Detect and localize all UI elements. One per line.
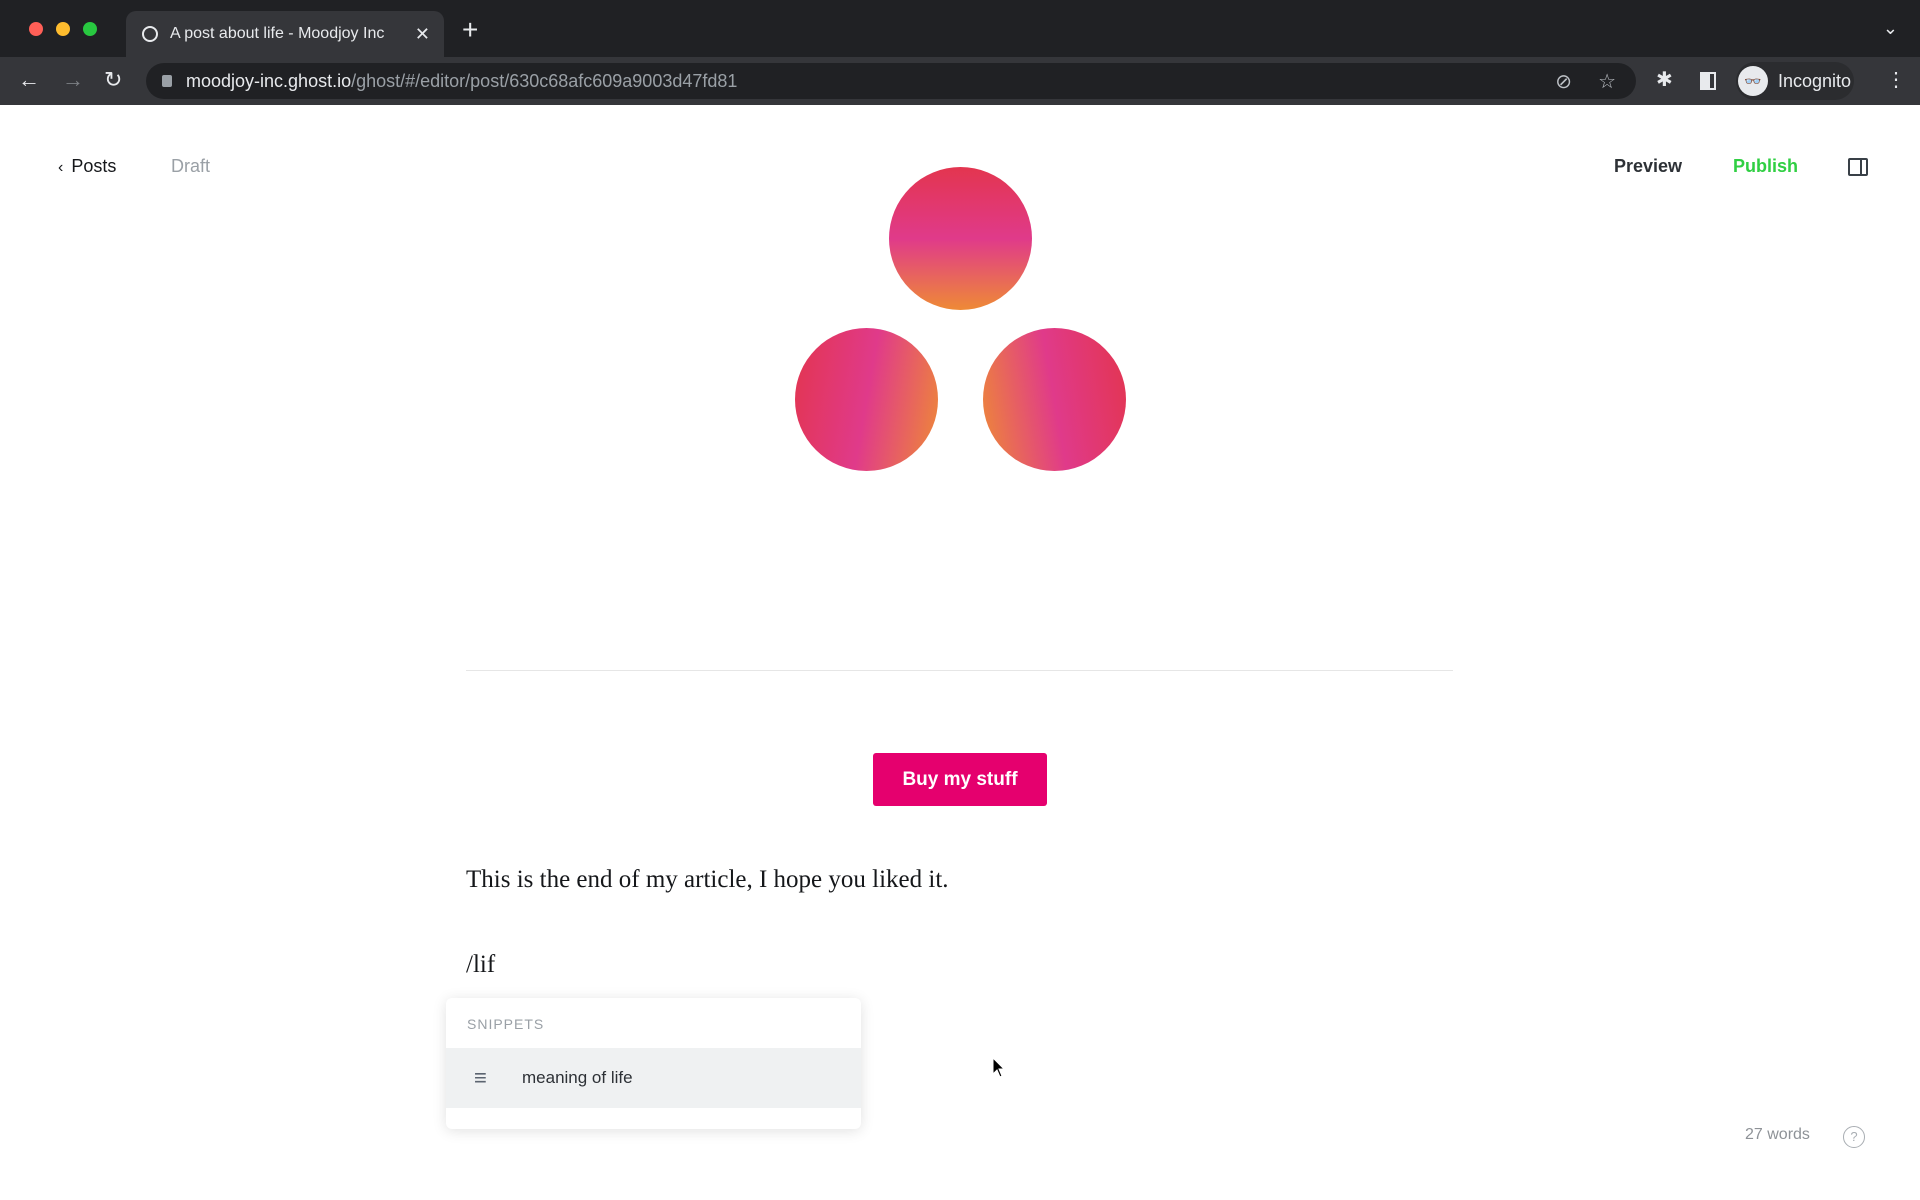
extensions-icon[interactable]: ✱: [1656, 67, 1673, 92]
side-panel-icon[interactable]: [1700, 72, 1716, 90]
snippet-item[interactable]: ≡ meaning of life: [446, 1048, 861, 1108]
star-icon[interactable]: ☆: [1598, 69, 1616, 94]
tab-title: A post about life - Moodjoy Inc: [170, 25, 385, 42]
slash-command-input[interactable]: /lif: [466, 951, 495, 979]
url-host: moodjoy-inc.ghost.io: [186, 70, 352, 91]
tab-favicon-icon: [142, 26, 158, 42]
divider-card[interactable]: [466, 670, 1453, 671]
menu-kebab-icon[interactable]: ⋮: [1886, 67, 1906, 92]
post-status: Draft: [171, 156, 211, 176]
help-icon[interactable]: ?: [1843, 1126, 1865, 1148]
snippets-menu: SNIPPETS ≡ meaning of life: [446, 998, 861, 1129]
lock-icon: [162, 75, 172, 87]
new-tab-icon[interactable]: +: [462, 14, 478, 46]
snippets-heading: SNIPPETS: [467, 1016, 545, 1032]
settings-sidebar-toggle-icon[interactable]: [1848, 158, 1868, 176]
profile-label: Incognito: [1778, 70, 1852, 91]
back-to-posts-link[interactable]: ‹ Posts: [58, 156, 116, 177]
tab-search-chevron-icon[interactable]: ⌄: [1883, 18, 1898, 39]
back-icon[interactable]: ←: [18, 67, 40, 93]
logo-circle-left: [795, 328, 938, 471]
forward-icon[interactable]: →: [62, 67, 84, 93]
url-path: /ghost/#/editor/post/630c68afc609a9003d4…: [351, 70, 738, 91]
snippet-icon: ≡: [474, 1065, 487, 1090]
preview-button[interactable]: Preview: [1614, 156, 1682, 177]
incognito-icon: 👓: [1738, 66, 1768, 96]
close-window-button[interactable]: [29, 22, 43, 36]
chevron-left-icon: ‹: [58, 159, 64, 176]
browser-tab[interactable]: A post about life - Moodjoy Inc ✕: [126, 11, 444, 57]
snippet-label: meaning of life: [522, 1068, 633, 1087]
minimize-window-button[interactable]: [56, 22, 70, 36]
publish-button[interactable]: Publish: [1733, 156, 1798, 177]
back-label: Posts: [71, 156, 117, 176]
word-count: 27 words: [1745, 1126, 1810, 1143]
mouse-cursor-icon: [992, 1057, 1006, 1078]
logo-circle-top: [889, 167, 1032, 310]
paragraph[interactable]: This is the end of my article, I hope yo…: [466, 866, 949, 894]
incognito-profile-button[interactable]: 👓 Incognito: [1736, 62, 1854, 100]
reload-icon[interactable]: ↻: [104, 67, 122, 93]
eye-off-icon[interactable]: ⊘: [1555, 69, 1572, 94]
address-bar[interactable]: moodjoy-inc.ghost.io/ghost/#/editor/post…: [146, 63, 1636, 99]
buy-button-card[interactable]: Buy my stuff: [873, 753, 1047, 806]
browser-tab-bar: A post about life - Moodjoy Inc ✕ + ⌄: [0, 0, 1920, 57]
maximize-window-button[interactable]: [83, 22, 97, 36]
close-tab-icon[interactable]: ✕: [415, 24, 430, 45]
logo-circle-right: [983, 328, 1126, 471]
browser-toolbar: ← → ↻ moodjoy-inc.ghost.io/ghost/#/edito…: [0, 57, 1920, 105]
